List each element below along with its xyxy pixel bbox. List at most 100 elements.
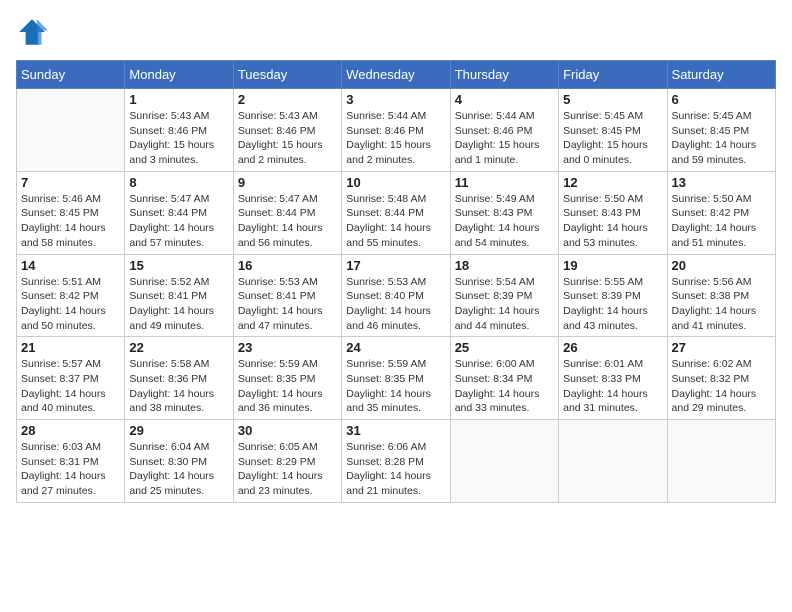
weekday-header-friday: Friday xyxy=(559,61,667,89)
calendar-cell: 23 Sunrise: 5:59 AM Sunset: 8:35 PM Dayli… xyxy=(233,337,341,420)
calendar-cell: 26Sunrise: 6:01 AM Sunset: 8:33 PM Dayli… xyxy=(559,337,667,420)
day-number: 30 xyxy=(238,423,337,438)
day-number: 23 xyxy=(238,340,337,355)
day-info: Sunrise: 5:47 AM Sunset: 8:44 PM Dayligh… xyxy=(129,192,228,251)
calendar-cell: 8 Sunrise: 5:47 AM Sunset: 8:44 PM Daylig… xyxy=(125,171,233,254)
logo xyxy=(16,16,52,48)
day-info: Sunrise: 5:48 AM Sunset: 8:44 PM Dayligh… xyxy=(346,192,445,251)
day-number: 7 xyxy=(21,175,120,190)
logo-icon xyxy=(16,16,48,48)
day-number: 25 xyxy=(455,340,554,355)
day-info: Sunrise: 6:00 AM Sunset: 8:34 PM Dayligh… xyxy=(455,357,554,416)
calendar-cell: 17 Sunrise: 5:53 AM Sunset: 8:40 PM Dayli… xyxy=(342,254,450,337)
calendar-cell: 13Sunrise: 5:50 AM Sunset: 8:42 PM Dayli… xyxy=(667,171,775,254)
day-info: Sunrise: 5:58 AM Sunset: 8:36 PM Dayligh… xyxy=(129,357,228,416)
calendar-cell: 16 Sunrise: 5:53 AM Sunset: 8:41 PM Dayli… xyxy=(233,254,341,337)
day-info: Sunrise: 5:50 AM Sunset: 8:43 PM Dayligh… xyxy=(563,192,662,251)
calendar-cell: 14 Sunrise: 5:51 AM Sunset: 8:42 PM Dayli… xyxy=(17,254,125,337)
calendar-cell: 24 Sunrise: 5:59 AM Sunset: 8:35 PM Dayli… xyxy=(342,337,450,420)
calendar-cell: 4Sunrise: 5:44 AM Sunset: 8:46 PM Daylig… xyxy=(450,89,558,172)
calendar-cell: 20 Sunrise: 5:56 AM Sunset: 8:38 PM Dayli… xyxy=(667,254,775,337)
calendar-cell: 30 Sunrise: 6:05 AM Sunset: 8:29 PM Dayli… xyxy=(233,420,341,503)
calendar-week-row-5: 28 Sunrise: 6:03 AM Sunset: 8:31 PM Dayli… xyxy=(17,420,776,503)
day-number: 16 xyxy=(238,258,337,273)
day-info: Sunrise: 5:45 AM Sunset: 8:45 PM Dayligh… xyxy=(672,109,771,168)
calendar-cell: 28 Sunrise: 6:03 AM Sunset: 8:31 PM Dayli… xyxy=(17,420,125,503)
calendar-cell: 25 Sunrise: 6:00 AM Sunset: 8:34 PM Dayli… xyxy=(450,337,558,420)
day-number: 21 xyxy=(21,340,120,355)
day-info: Sunrise: 5:53 AM Sunset: 8:40 PM Dayligh… xyxy=(346,275,445,334)
calendar-cell xyxy=(559,420,667,503)
calendar-cell: 1Sunrise: 5:43 AM Sunset: 8:46 PM Daylig… xyxy=(125,89,233,172)
day-info: Sunrise: 5:54 AM Sunset: 8:39 PM Dayligh… xyxy=(455,275,554,334)
weekday-header-saturday: Saturday xyxy=(667,61,775,89)
calendar-cell: 6 Sunrise: 5:45 AM Sunset: 8:45 PM Daylig… xyxy=(667,89,775,172)
day-number: 26 xyxy=(563,340,662,355)
day-number: 10 xyxy=(346,175,445,190)
day-number: 9 xyxy=(238,175,337,190)
day-number: 8 xyxy=(129,175,228,190)
day-info: Sunrise: 5:59 AM Sunset: 8:35 PM Dayligh… xyxy=(238,357,337,416)
calendar-cell: 2 Sunrise: 5:43 AM Sunset: 8:46 PM Daylig… xyxy=(233,89,341,172)
calendar-cell: 15 Sunrise: 5:52 AM Sunset: 8:41 PM Dayli… xyxy=(125,254,233,337)
day-number: 18 xyxy=(455,258,554,273)
day-number: 19 xyxy=(563,258,662,273)
calendar-cell: 12 Sunrise: 5:50 AM Sunset: 8:43 PM Dayli… xyxy=(559,171,667,254)
day-info: Sunrise: 5:55 AM Sunset: 8:39 PM Dayligh… xyxy=(563,275,662,334)
calendar-cell xyxy=(450,420,558,503)
page-header xyxy=(16,16,776,48)
day-number: 5 xyxy=(563,92,662,107)
calendar-cell: 3Sunrise: 5:44 AM Sunset: 8:46 PM Daylig… xyxy=(342,89,450,172)
calendar-cell: 10 Sunrise: 5:48 AM Sunset: 8:44 PM Dayli… xyxy=(342,171,450,254)
day-number: 6 xyxy=(672,92,771,107)
calendar-table: SundayMondayTuesdayWednesdayThursdayFrid… xyxy=(16,60,776,503)
day-number: 14 xyxy=(21,258,120,273)
calendar-cell: 5 Sunrise: 5:45 AM Sunset: 8:45 PM Daylig… xyxy=(559,89,667,172)
calendar-cell: 9 Sunrise: 5:47 AM Sunset: 8:44 PM Daylig… xyxy=(233,171,341,254)
day-number: 24 xyxy=(346,340,445,355)
calendar-week-row-3: 14 Sunrise: 5:51 AM Sunset: 8:42 PM Dayli… xyxy=(17,254,776,337)
day-info: Sunrise: 5:43 AM Sunset: 8:46 PM Dayligh… xyxy=(238,109,337,168)
day-info: Sunrise: 5:51 AM Sunset: 8:42 PM Dayligh… xyxy=(21,275,120,334)
day-info: Sunrise: 6:02 AM Sunset: 8:32 PM Dayligh… xyxy=(672,357,771,416)
day-info: Sunrise: 5:57 AM Sunset: 8:37 PM Dayligh… xyxy=(21,357,120,416)
day-number: 20 xyxy=(672,258,771,273)
weekday-header-wednesday: Wednesday xyxy=(342,61,450,89)
day-info: Sunrise: 5:53 AM Sunset: 8:41 PM Dayligh… xyxy=(238,275,337,334)
day-info: Sunrise: 6:03 AM Sunset: 8:31 PM Dayligh… xyxy=(21,440,120,499)
day-info: Sunrise: 5:50 AM Sunset: 8:42 PM Dayligh… xyxy=(672,192,771,251)
day-info: Sunrise: 5:47 AM Sunset: 8:44 PM Dayligh… xyxy=(238,192,337,251)
day-number: 28 xyxy=(21,423,120,438)
calendar-cell: 29Sunrise: 6:04 AM Sunset: 8:30 PM Dayli… xyxy=(125,420,233,503)
calendar-cell: 11Sunrise: 5:49 AM Sunset: 8:43 PM Dayli… xyxy=(450,171,558,254)
day-number: 27 xyxy=(672,340,771,355)
day-info: Sunrise: 5:46 AM Sunset: 8:45 PM Dayligh… xyxy=(21,192,120,251)
calendar-week-row-4: 21 Sunrise: 5:57 AM Sunset: 8:37 PM Dayli… xyxy=(17,337,776,420)
calendar-cell: 22 Sunrise: 5:58 AM Sunset: 8:36 PM Dayli… xyxy=(125,337,233,420)
calendar-cell: 7 Sunrise: 5:46 AM Sunset: 8:45 PM Daylig… xyxy=(17,171,125,254)
weekday-header-thursday: Thursday xyxy=(450,61,558,89)
weekday-header-tuesday: Tuesday xyxy=(233,61,341,89)
calendar-cell: 21 Sunrise: 5:57 AM Sunset: 8:37 PM Dayli… xyxy=(17,337,125,420)
day-info: Sunrise: 5:52 AM Sunset: 8:41 PM Dayligh… xyxy=(129,275,228,334)
day-info: Sunrise: 6:06 AM Sunset: 8:28 PM Dayligh… xyxy=(346,440,445,499)
day-info: Sunrise: 5:44 AM Sunset: 8:46 PM Dayligh… xyxy=(346,109,445,168)
weekday-header-row: SundayMondayTuesdayWednesdayThursdayFrid… xyxy=(17,61,776,89)
day-number: 12 xyxy=(563,175,662,190)
day-info: Sunrise: 5:59 AM Sunset: 8:35 PM Dayligh… xyxy=(346,357,445,416)
day-info: Sunrise: 6:04 AM Sunset: 8:30 PM Dayligh… xyxy=(129,440,228,499)
day-number: 1 xyxy=(129,92,228,107)
calendar-cell: 19 Sunrise: 5:55 AM Sunset: 8:39 PM Dayli… xyxy=(559,254,667,337)
day-number: 15 xyxy=(129,258,228,273)
weekday-header-sunday: Sunday xyxy=(17,61,125,89)
day-info: Sunrise: 5:45 AM Sunset: 8:45 PM Dayligh… xyxy=(563,109,662,168)
calendar-cell xyxy=(17,89,125,172)
day-info: Sunrise: 5:56 AM Sunset: 8:38 PM Dayligh… xyxy=(672,275,771,334)
day-number: 11 xyxy=(455,175,554,190)
day-number: 31 xyxy=(346,423,445,438)
day-number: 2 xyxy=(238,92,337,107)
calendar-cell: 18 Sunrise: 5:54 AM Sunset: 8:39 PM Dayli… xyxy=(450,254,558,337)
day-info: Sunrise: 6:05 AM Sunset: 8:29 PM Dayligh… xyxy=(238,440,337,499)
day-number: 22 xyxy=(129,340,228,355)
day-number: 17 xyxy=(346,258,445,273)
